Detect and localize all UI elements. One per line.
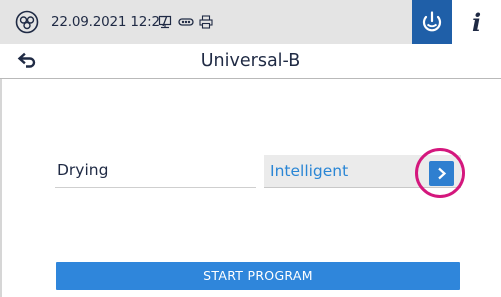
program-button[interactable] — [412, 0, 452, 44]
status-bar: 22.09.2021 12:27 i — [0, 0, 501, 44]
page-title: Universal-B — [200, 51, 301, 71]
chevron-right-icon — [438, 167, 447, 180]
monitor-icon — [158, 15, 172, 29]
drying-value: Intelligent — [270, 162, 349, 180]
setting-underline — [55, 187, 256, 188]
info-icon: i — [471, 8, 482, 37]
info-button[interactable]: i — [452, 0, 501, 44]
title-bar: Universal-B — [0, 44, 501, 79]
logo-icon — [15, 10, 39, 34]
status-datetime: 22.09.2021 12:27 — [51, 14, 169, 30]
drying-next-button[interactable] — [429, 161, 454, 186]
start-program-button[interactable]: START PROGRAM — [56, 262, 460, 290]
setting-label-drying: Drying — [57, 161, 109, 179]
program-icon — [422, 11, 442, 32]
network-icon — [178, 18, 194, 26]
printer-icon — [199, 15, 213, 29]
